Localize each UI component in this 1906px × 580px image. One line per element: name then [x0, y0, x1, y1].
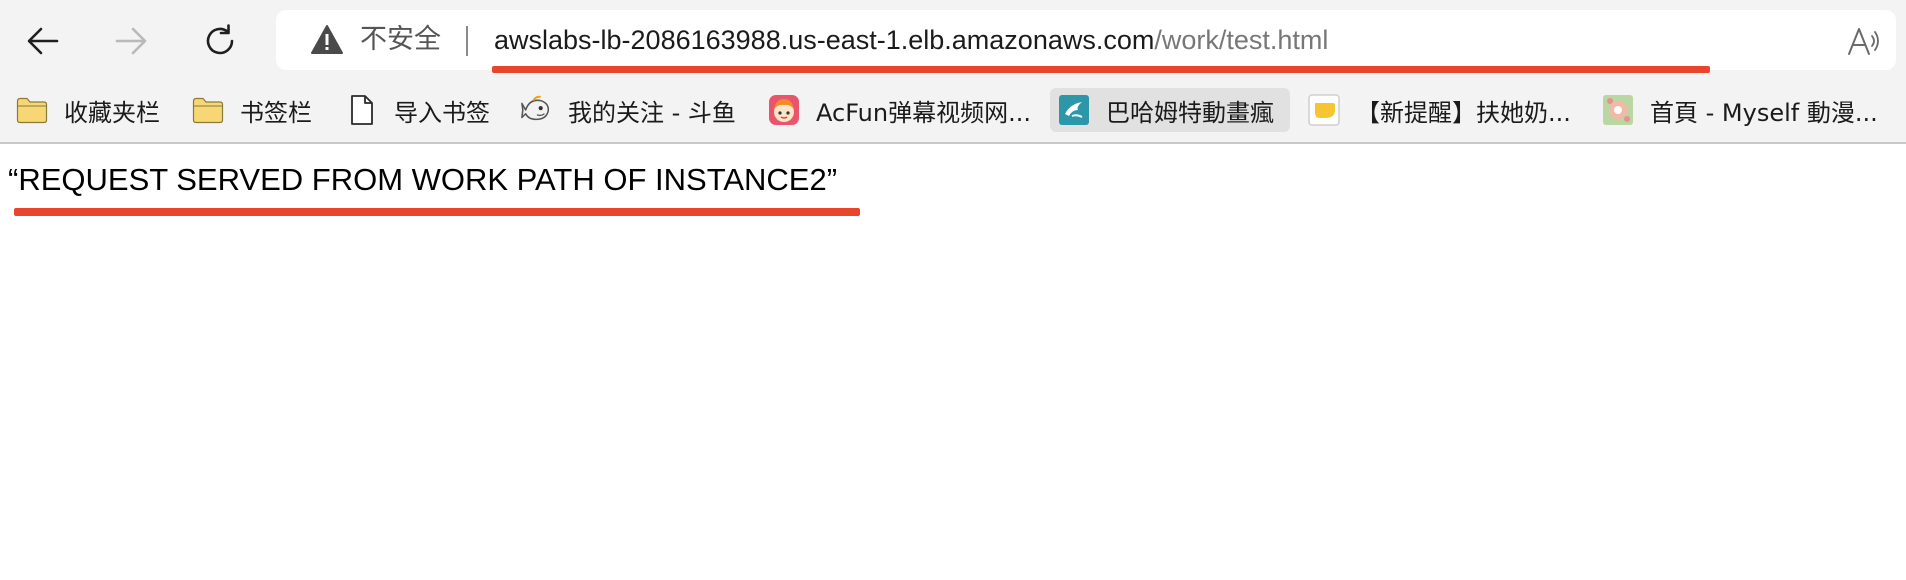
bookmarks-bar: 收藏夹栏 书签栏 导入书签 我的关注 - 斗鱼 AcFun弹幕视频网... 巴哈…: [0, 78, 1906, 144]
browser-toolbar: 不安全 awslabs-lb-2086163988.us-east-1.elb.…: [0, 0, 1906, 78]
response-text: “REQUEST SERVED FROM WORK PATH OF INSTAN…: [8, 162, 838, 197]
back-arrow-icon: [25, 23, 61, 59]
forward-button[interactable]: [108, 18, 154, 64]
read-aloud-icon[interactable]: [1846, 26, 1882, 61]
address-bar[interactable]: 不安全 awslabs-lb-2086163988.us-east-1.elb.…: [276, 10, 1896, 73]
bookmark-label: 首頁 - Myself 動漫...: [1650, 98, 1878, 127]
folder-icon: [16, 94, 48, 126]
bookmark-label: 收藏夹栏: [64, 98, 160, 127]
bookmark-import[interactable]: 导入书签: [338, 88, 498, 132]
bookmark-douyu[interactable]: 我的关注 - 斗鱼: [512, 88, 744, 132]
url-path: /work/test.html: [1154, 25, 1329, 55]
url-text[interactable]: awslabs-lb-2086163988.us-east-1.elb.amaz…: [494, 10, 1328, 70]
bookmark-bar-folder[interactable]: 书签栏: [184, 88, 320, 132]
reload-button[interactable]: [197, 18, 243, 64]
douyu-icon: [520, 94, 552, 126]
address-divider: [466, 26, 468, 56]
url-host: awslabs-lb-2086163988.us-east-1.elb.amaz…: [494, 25, 1155, 55]
response-annotation-underline: [14, 208, 860, 216]
myself-icon: [1602, 94, 1634, 126]
security-status-label[interactable]: 不安全: [360, 10, 441, 70]
folder-icon: [192, 94, 224, 126]
page-content: “REQUEST SERVED FROM WORK PATH OF INSTAN…: [0, 144, 1906, 580]
acfun-icon: [768, 94, 800, 126]
bahamut-icon: [1058, 94, 1090, 126]
bookmark-label: AcFun弹幕视频网...: [816, 98, 1031, 127]
bookmark-label: 巴哈姆特動畫瘋: [1106, 98, 1274, 127]
bookmark-label: 我的关注 - 斗鱼: [568, 98, 736, 127]
bookmark-label: 【新提醒】扶她奶...: [1356, 98, 1571, 127]
warning-triangle-icon[interactable]: [310, 24, 344, 61]
page-icon: [346, 94, 378, 126]
bookmark-label: 导入书签: [394, 98, 490, 127]
bookmark-favorites-folder[interactable]: 收藏夹栏: [8, 88, 168, 132]
bookmark-myself[interactable]: 首頁 - Myself 動漫...: [1594, 88, 1886, 132]
bookmark-label: 书签栏: [240, 98, 312, 127]
bookmark-acfun[interactable]: AcFun弹幕视频网...: [760, 88, 1039, 132]
forum-icon: [1308, 94, 1340, 126]
reload-icon: [201, 22, 239, 60]
back-button[interactable]: [20, 18, 66, 64]
bookmark-forum[interactable]: 【新提醒】扶她奶...: [1300, 88, 1579, 132]
bookmark-bahamut[interactable]: 巴哈姆特動畫瘋: [1050, 88, 1290, 132]
forward-arrow-icon: [113, 23, 149, 59]
url-annotation-underline: [492, 66, 1710, 73]
